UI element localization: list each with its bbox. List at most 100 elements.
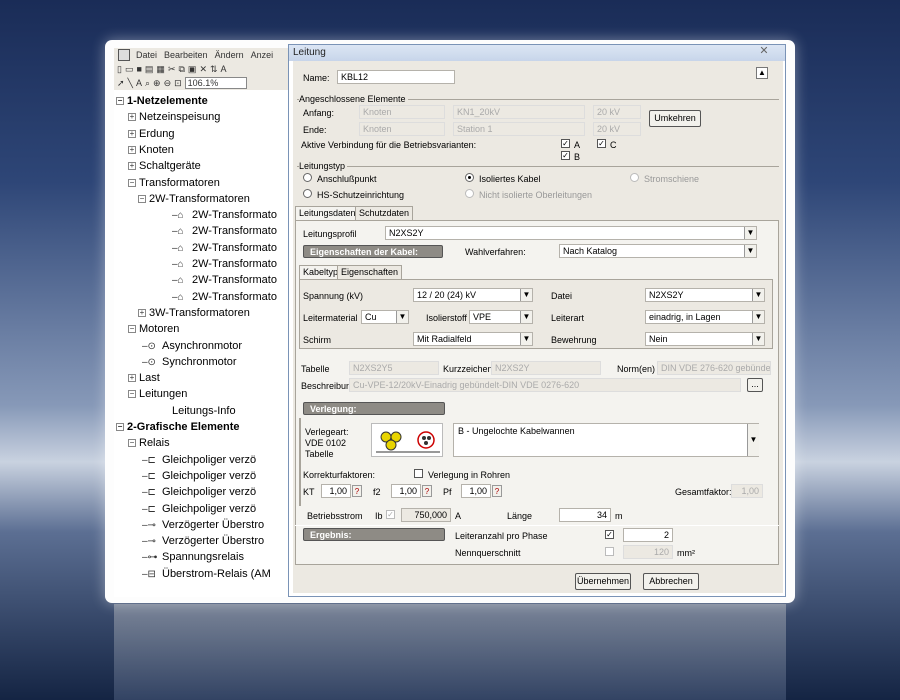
tree-item[interactable]: –⌂ 2W-Transformato (172, 241, 277, 256)
pipe-checkbox[interactable] (414, 469, 423, 478)
collapse-icon[interactable]: − (128, 439, 136, 448)
cut-icon[interactable]: ✂ (168, 64, 176, 75)
kt-input[interactable]: 1,00 (321, 484, 351, 498)
tree-item[interactable]: –⊸ Verzögerter Überstro (142, 518, 264, 533)
cancel-button[interactable]: Abbrechen (643, 573, 699, 590)
tree-item[interactable]: −1-Netzelemente (116, 94, 208, 109)
paste-icon[interactable]: ▣ (188, 64, 197, 75)
tree-item[interactable]: −2-Grafische Elemente (116, 420, 240, 435)
tree-item[interactable]: –⌂ 2W-Transformato (172, 208, 277, 223)
text-tool-icon[interactable]: A (136, 78, 142, 88)
zoom-icon[interactable]: ⌕ (145, 78, 150, 89)
pf-input[interactable]: 1,00 (461, 484, 491, 498)
tree-item[interactable]: − Motoren (128, 322, 179, 337)
tree-item[interactable]: + Knoten (128, 143, 174, 158)
variant-c-checkbox[interactable]: ✓ (597, 139, 606, 148)
expand-icon[interactable]: + (128, 129, 136, 138)
collapse-icon[interactable]: − (116, 97, 124, 105)
tree-item[interactable]: −2W-Transformatoren (138, 192, 250, 207)
dropdown-arrow-icon[interactable]: ▼ (752, 289, 764, 301)
radio-hs-schutz[interactable] (303, 189, 312, 198)
variant-a-checkbox[interactable]: ✓ (561, 139, 570, 148)
collapse-icon[interactable]: − (116, 423, 124, 431)
tree-item[interactable]: − Leitungen (128, 387, 187, 402)
copy-icon[interactable]: ⧉ (178, 64, 184, 75)
menu-anzeige[interactable]: Anzei (251, 50, 274, 60)
dropdown-arrow-icon[interactable]: ▼ (744, 227, 756, 239)
collapse-icon[interactable]: − (138, 194, 146, 203)
tree-item[interactable]: –⊏ Gleichpoliger verzö (142, 453, 256, 468)
dropdown-arrow-icon[interactable]: ▼ (752, 333, 764, 345)
desc-browse-button[interactable]: ... (747, 378, 763, 392)
swap-button[interactable]: Umkehren (649, 110, 701, 127)
subtab-eigenschaften[interactable]: Eigenschaften (337, 265, 403, 279)
menu-aendern[interactable]: Ändern (215, 50, 244, 60)
current-checkbox[interactable]: ✓ (386, 510, 395, 519)
expand-icon[interactable]: + (128, 145, 136, 154)
dropdown-arrow-icon[interactable]: ▼ (520, 289, 532, 301)
dropdown-arrow-icon[interactable]: ▼ (744, 245, 756, 257)
tree-item[interactable]: − Transformatoren (128, 176, 220, 191)
radio-anschluss[interactable] (303, 173, 312, 182)
zoom-out-icon[interactable]: ⊖ (164, 78, 172, 89)
f2-input[interactable]: 1,00 (391, 484, 421, 498)
open-icon[interactable]: ▭ (125, 64, 134, 75)
shield-select[interactable]: Mit Radialfeld ▼ (413, 332, 533, 346)
tree-item[interactable]: –⊏ Gleichpoliger verzö (142, 485, 256, 500)
tab-leitungsdaten[interactable]: Leitungsdaten (295, 206, 360, 220)
print-icon[interactable]: ▤ (145, 64, 154, 75)
cs-checkbox[interactable] (605, 547, 614, 556)
radio-oberleitung[interactable] (465, 189, 474, 198)
cond-input[interactable]: 2 (623, 528, 673, 542)
conductor-select[interactable]: einadrig, in Lagen ▼ (645, 310, 765, 324)
tree-item[interactable]: –⊏ Gleichpoliger verzö (142, 469, 256, 484)
line-icon[interactable]: ╲ (128, 78, 133, 89)
subtab-kabeltyp[interactable]: Kabeltyp (299, 265, 343, 279)
collapse-icon[interactable]: − (128, 390, 136, 399)
kt-help-button[interactable]: ? (352, 485, 362, 497)
name-input[interactable]: KBL12 (337, 70, 455, 84)
tree-item[interactable]: Leitungs-Info (172, 404, 236, 419)
tree-item[interactable]: –⌂ 2W-Transformato (172, 273, 277, 288)
menu-bearbeiten[interactable]: Bearbeiten (164, 50, 208, 60)
tree-item[interactable]: –⊟ Überstrom-Relais (AM (142, 567, 271, 582)
new-icon[interactable]: ▯ (117, 64, 122, 75)
tree-item[interactable]: –⊏ Gleichpoliger verzö (142, 502, 256, 517)
tree-item[interactable]: +3W-Transformatoren (138, 306, 250, 321)
cond-checkbox[interactable]: ✓ (605, 530, 614, 539)
expand-icon[interactable]: + (128, 113, 136, 122)
expand-icon[interactable]: + (128, 374, 136, 383)
laying-select[interactable]: B - Ungelochte Kabelwannen (453, 423, 759, 457)
dropdown-arrow-icon[interactable]: ▼ (520, 333, 532, 345)
pf-help-button[interactable]: ? (492, 485, 502, 497)
lock-icon[interactable]: ▲ (756, 67, 768, 79)
radio-isoliertes-kabel[interactable] (465, 173, 474, 182)
expand-icon[interactable]: + (138, 308, 146, 317)
tree-item[interactable]: + Schaltgeräte (128, 159, 201, 174)
length-input[interactable]: 34 (559, 508, 611, 522)
insulation-select[interactable]: VPE ▼ (469, 310, 533, 324)
menu-datei[interactable]: Datei (136, 50, 157, 60)
current-input[interactable]: 750,000 (401, 508, 451, 522)
tree-item[interactable]: + Erdung (128, 127, 174, 142)
zoom-in-icon[interactable]: ⊕ (153, 78, 161, 89)
tree-item[interactable]: –⌂ 2W-Transformato (172, 224, 277, 239)
tree-item[interactable]: –⌂ 2W-Transformato (172, 257, 277, 272)
profile-select[interactable]: N2XS2Y ▼ (385, 226, 757, 240)
tree-item[interactable]: –⊸ Verzögerter Überstro (142, 534, 264, 549)
expand-icon[interactable]: + (128, 162, 136, 171)
fit-icon[interactable]: ⊡ (174, 78, 182, 89)
tree-item[interactable]: –⊙ Synchronmotor (142, 355, 237, 370)
zoom-select[interactable]: 106.1% (184, 77, 247, 89)
tree-item[interactable]: –⊙ Asynchronmotor (142, 339, 242, 354)
tree-item[interactable]: + Netzeinspeisung (128, 110, 220, 125)
sort-icon[interactable]: ⇅ (210, 64, 218, 75)
dropdown-arrow-icon[interactable]: ▼ (396, 311, 408, 323)
text-icon[interactable]: A (221, 64, 227, 74)
tab-schutzdaten[interactable]: Schutzdaten (355, 206, 414, 220)
material-select[interactable]: Cu ▼ (361, 310, 409, 324)
tree-item[interactable]: –⊶ Spannungsrelais (142, 550, 244, 565)
pointer-icon[interactable]: ➚ (117, 78, 125, 89)
radio-stromschiene[interactable] (630, 173, 639, 182)
tree-item[interactable]: − Relais (128, 436, 170, 451)
